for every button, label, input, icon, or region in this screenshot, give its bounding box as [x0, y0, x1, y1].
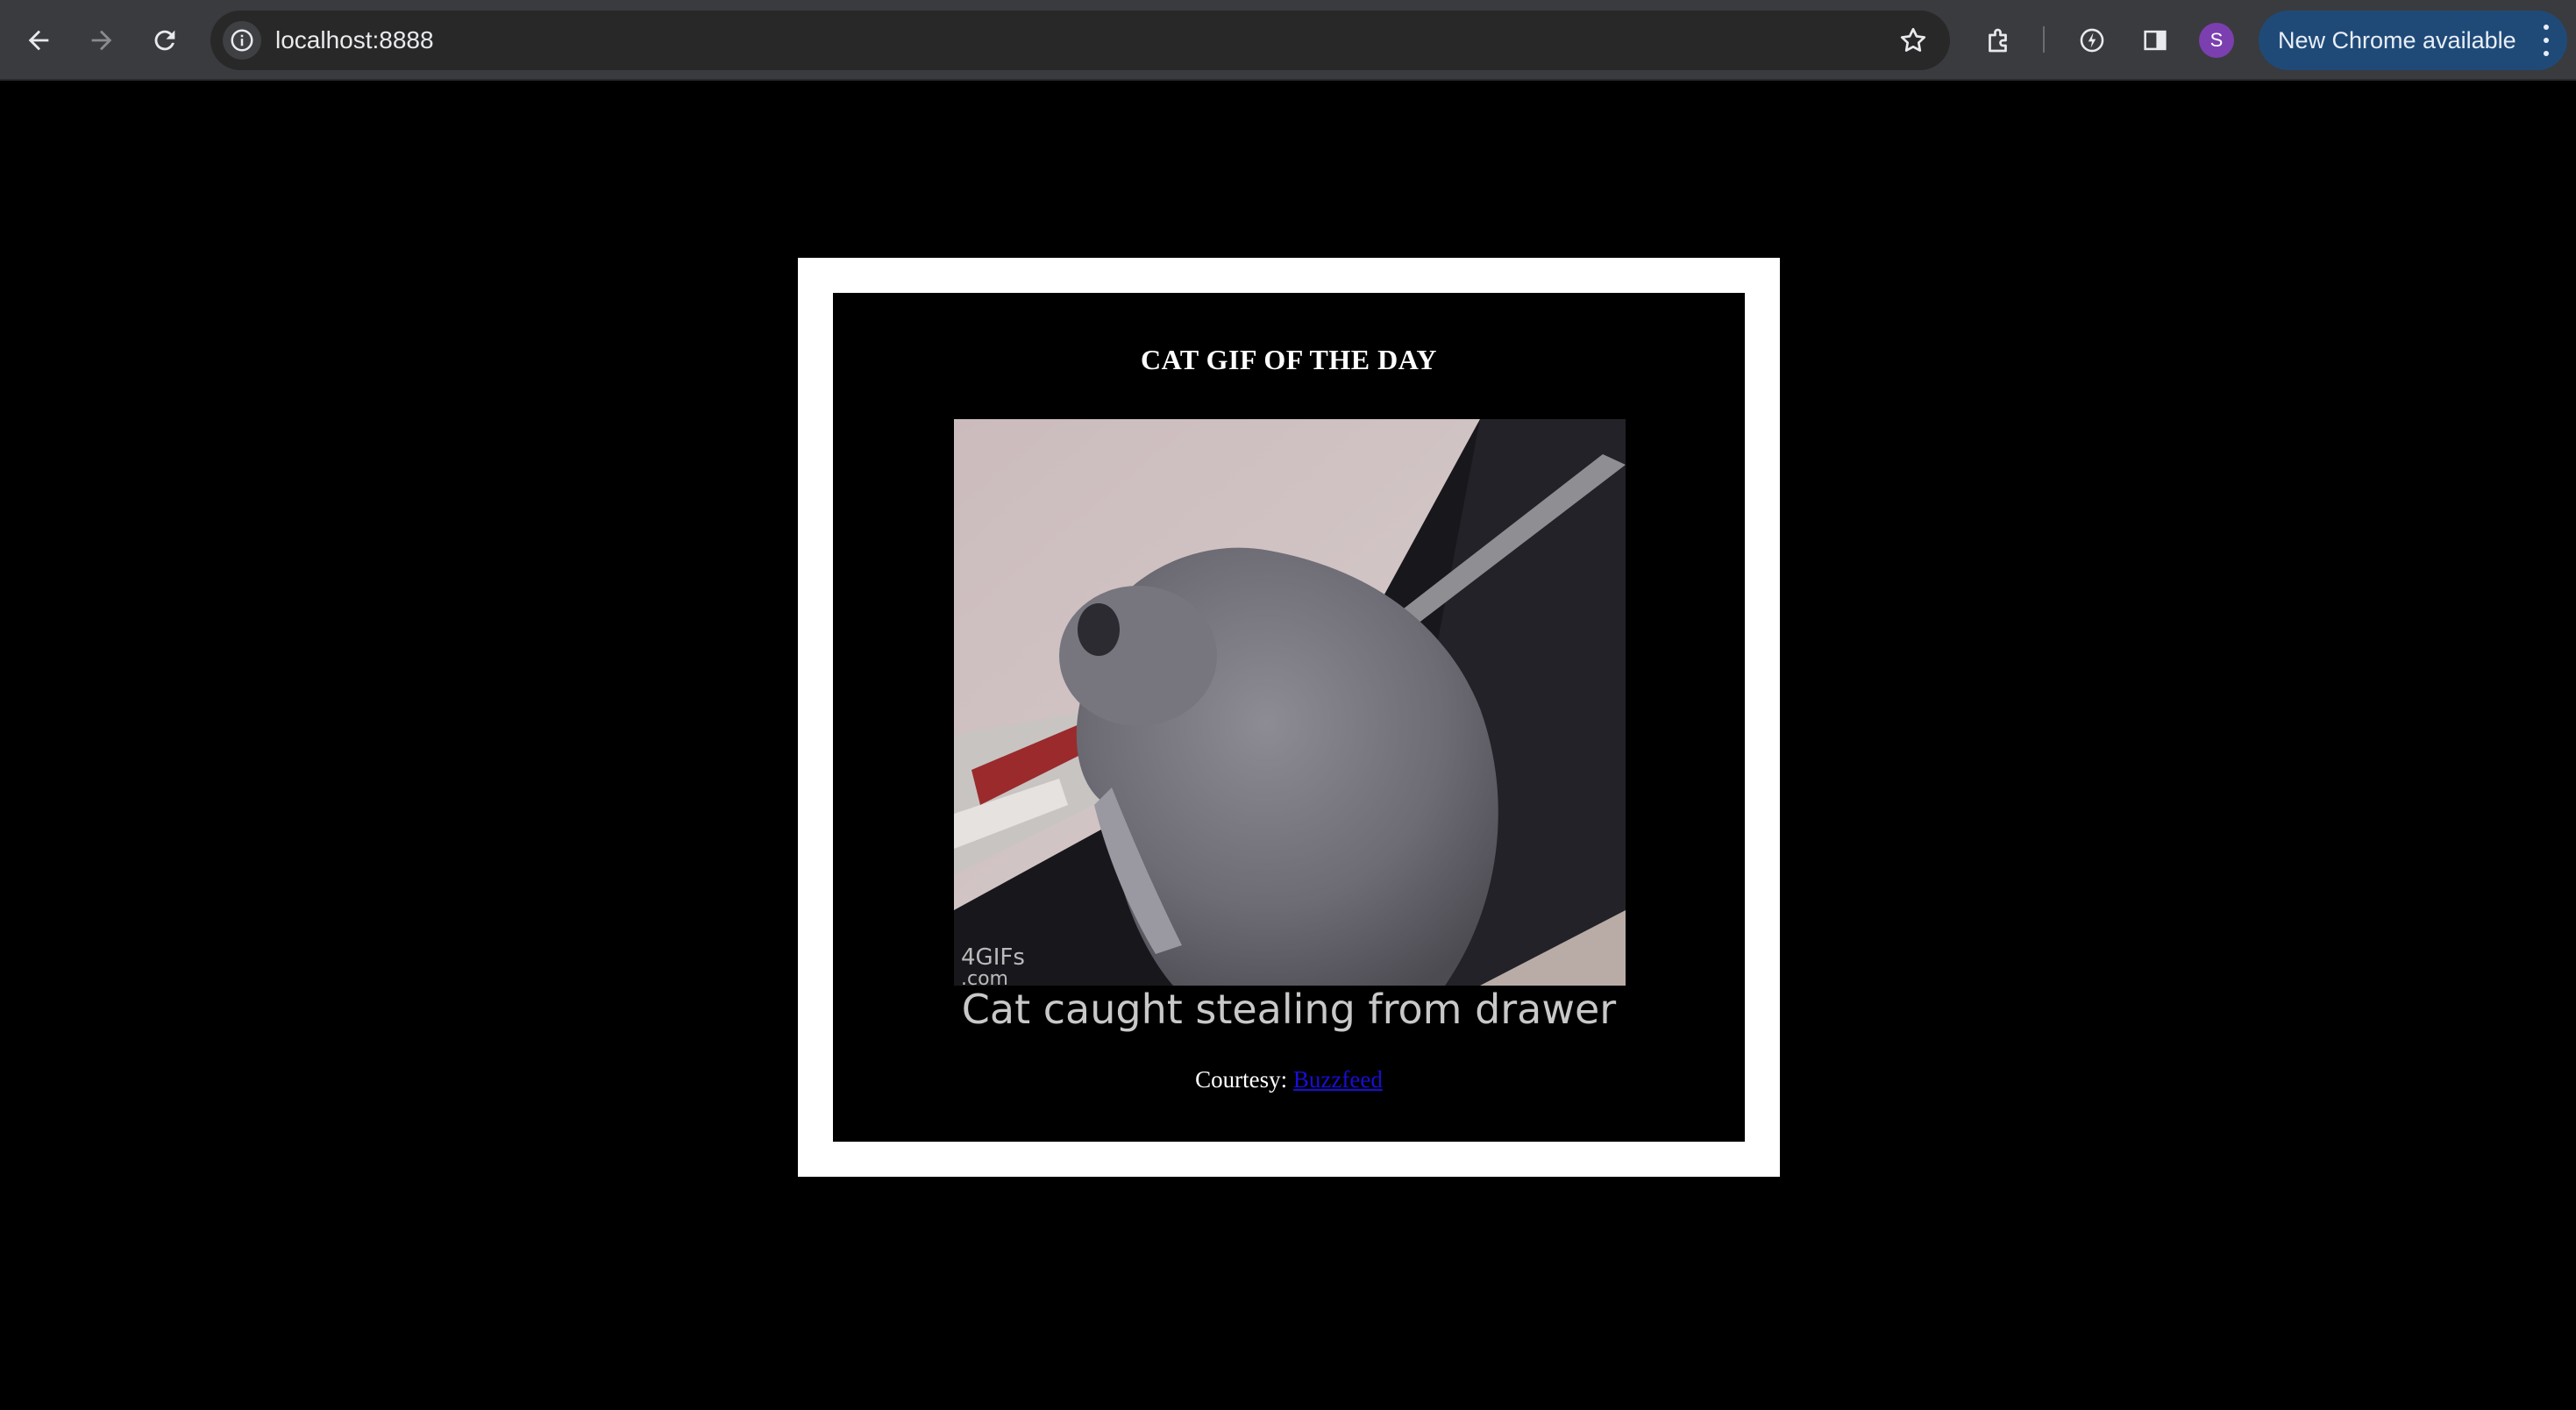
- white-frame: CAT GIF OF THE DAY 4GIFs .com Cat caught…: [798, 258, 1780, 1177]
- forward-arrow-icon: [91, 30, 112, 51]
- star-icon: [1900, 27, 1926, 52]
- page-title: CAT GIF OF THE DAY: [1141, 344, 1437, 375]
- reload-button[interactable]: [144, 19, 186, 61]
- new-chrome-available-button[interactable]: New Chrome available: [2259, 11, 2567, 70]
- toolbar-divider: [2043, 26, 2045, 53]
- url-text[interactable]: localhost:8888: [275, 11, 434, 70]
- browser-toolbar: localhost:8888 S New Chrome available: [0, 0, 2576, 81]
- watermark-line1: 4GIFs: [961, 944, 1025, 971]
- page-viewport: CAT GIF OF THE DAY 4GIFs .com Cat caught…: [0, 81, 2576, 1410]
- side-panel-icon: [2144, 30, 2167, 51]
- site-info-button[interactable]: [223, 21, 261, 60]
- info-icon: [231, 29, 253, 52]
- back-arrow-icon: [28, 30, 49, 51]
- leaf-icon: [2080, 28, 2104, 53]
- address-bar[interactable]: localhost:8888: [210, 11, 1950, 70]
- extensions-button[interactable]: [1978, 19, 2020, 61]
- courtesy-label: Courtesy:: [1195, 1066, 1288, 1093]
- bookmark-button[interactable]: [1896, 23, 1931, 58]
- cat-gif-image: 4GIFs .com: [954, 419, 1626, 986]
- forward-button[interactable]: [81, 19, 123, 61]
- courtesy-line: Courtesy: Buzzfeed: [833, 1066, 1745, 1093]
- watermark-line2: .com: [961, 968, 1008, 986]
- more-vert-icon[interactable]: [2541, 25, 2551, 56]
- reload-icon: [154, 30, 175, 51]
- performance-button[interactable]: [2071, 19, 2113, 61]
- cat-gif-illustration: 4GIFs .com: [954, 419, 1626, 986]
- buzzfeed-link[interactable]: Buzzfeed: [1293, 1066, 1383, 1093]
- gif-caption: Cat caught stealing from drawer: [961, 986, 1617, 1033]
- side-panel-button[interactable]: [2134, 19, 2176, 61]
- puzzle-icon: [1989, 28, 2007, 53]
- back-button[interactable]: [18, 19, 60, 61]
- gif-card: CAT GIF OF THE DAY 4GIFs .com Cat caught…: [833, 293, 1745, 1142]
- update-label: New Chrome available: [2278, 27, 2516, 53]
- profile-avatar[interactable]: S: [2199, 23, 2234, 58]
